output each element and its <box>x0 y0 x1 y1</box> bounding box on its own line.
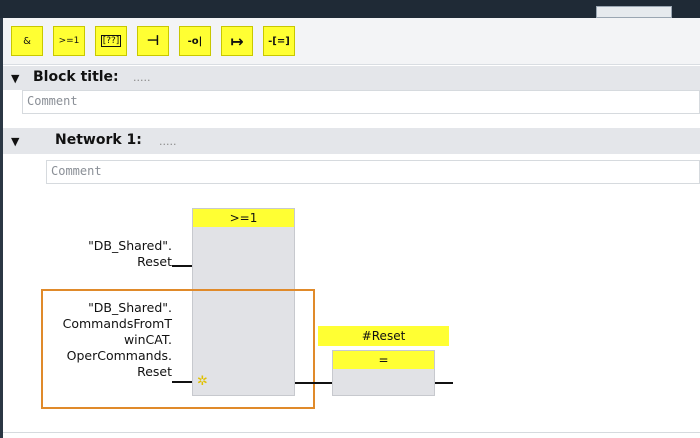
assign-operand[interactable]: #Reset <box>318 326 449 346</box>
open-branch-icon: ⊣ <box>146 33 160 49</box>
operand-line: winCAT. <box>123 332 172 347</box>
scroll-control[interactable] <box>596 6 672 18</box>
operand-line: "DB_Shared". <box>88 300 172 315</box>
block-comment-field[interactable]: Comment <box>22 90 700 114</box>
network-title: Network 1: <box>55 132 142 148</box>
negate-input-button[interactable]: -o| <box>179 26 211 56</box>
or-output-wire <box>295 382 332 384</box>
assignment-box-icon: -[=] <box>268 35 290 47</box>
input-1-wire <box>172 265 192 267</box>
open-branch-button[interactable]: ⊣ <box>137 26 169 56</box>
window-top-bar <box>0 0 700 18</box>
assign-box-header: = <box>333 351 434 369</box>
assignment-box-button[interactable]: -[=] <box>263 26 295 56</box>
instruction-toolbar: & >=1 [??] ⊣ -o| ↦ -[=] <box>3 18 700 65</box>
operand-line: Reset <box>137 364 172 379</box>
input-2-operand[interactable]: "DB_Shared". CommandsFromT winCAT. OperC… <box>40 300 172 380</box>
input-1-operand[interactable]: "DB_Shared". Reset <box>40 238 172 270</box>
operand-line: OperCommands. <box>66 348 172 363</box>
assign-output-wire <box>435 382 453 384</box>
collapse-triangle-icon[interactable]: ▼ <box>11 72 19 85</box>
new-input-marker-icon[interactable]: ✲ <box>197 374 208 389</box>
network-1-header[interactable]: ▼ Network 1: ..... <box>3 128 700 154</box>
block-comment-placeholder: Comment <box>27 94 78 108</box>
block-title-value[interactable]: ..... <box>133 71 150 84</box>
network-comment-field[interactable]: Comment <box>46 160 700 184</box>
assignment-arrow-icon: ↦ <box>230 31 244 51</box>
and-gate-button[interactable]: & <box>11 26 43 56</box>
input-2-wire <box>172 381 192 383</box>
collapse-triangle-icon[interactable]: ▼ <box>11 135 19 148</box>
block-title-header[interactable]: ▼ Block title: ..... <box>3 66 700 90</box>
empty-box-icon: [??] <box>100 35 122 47</box>
operand-line: "DB_Shared". <box>88 238 172 253</box>
block-title: Block title: <box>33 69 119 85</box>
or-gate-button[interactable]: >=1 <box>53 26 85 56</box>
operand-line: CommandsFromT <box>62 316 172 331</box>
assignment-arrow-button[interactable]: ↦ <box>221 26 253 56</box>
negate-input-icon: -o| <box>187 35 203 47</box>
or-box-header: >=1 <box>193 209 294 227</box>
operand-line: Reset <box>137 254 172 269</box>
network-comment-placeholder: Comment <box>51 164 102 178</box>
and-gate-icon: & <box>23 35 31 47</box>
empty-box-button[interactable]: [??] <box>95 26 127 56</box>
bottom-divider <box>3 432 700 433</box>
network-title-value[interactable]: ..... <box>159 135 176 148</box>
or-gate-icon: >=1 <box>58 36 80 46</box>
